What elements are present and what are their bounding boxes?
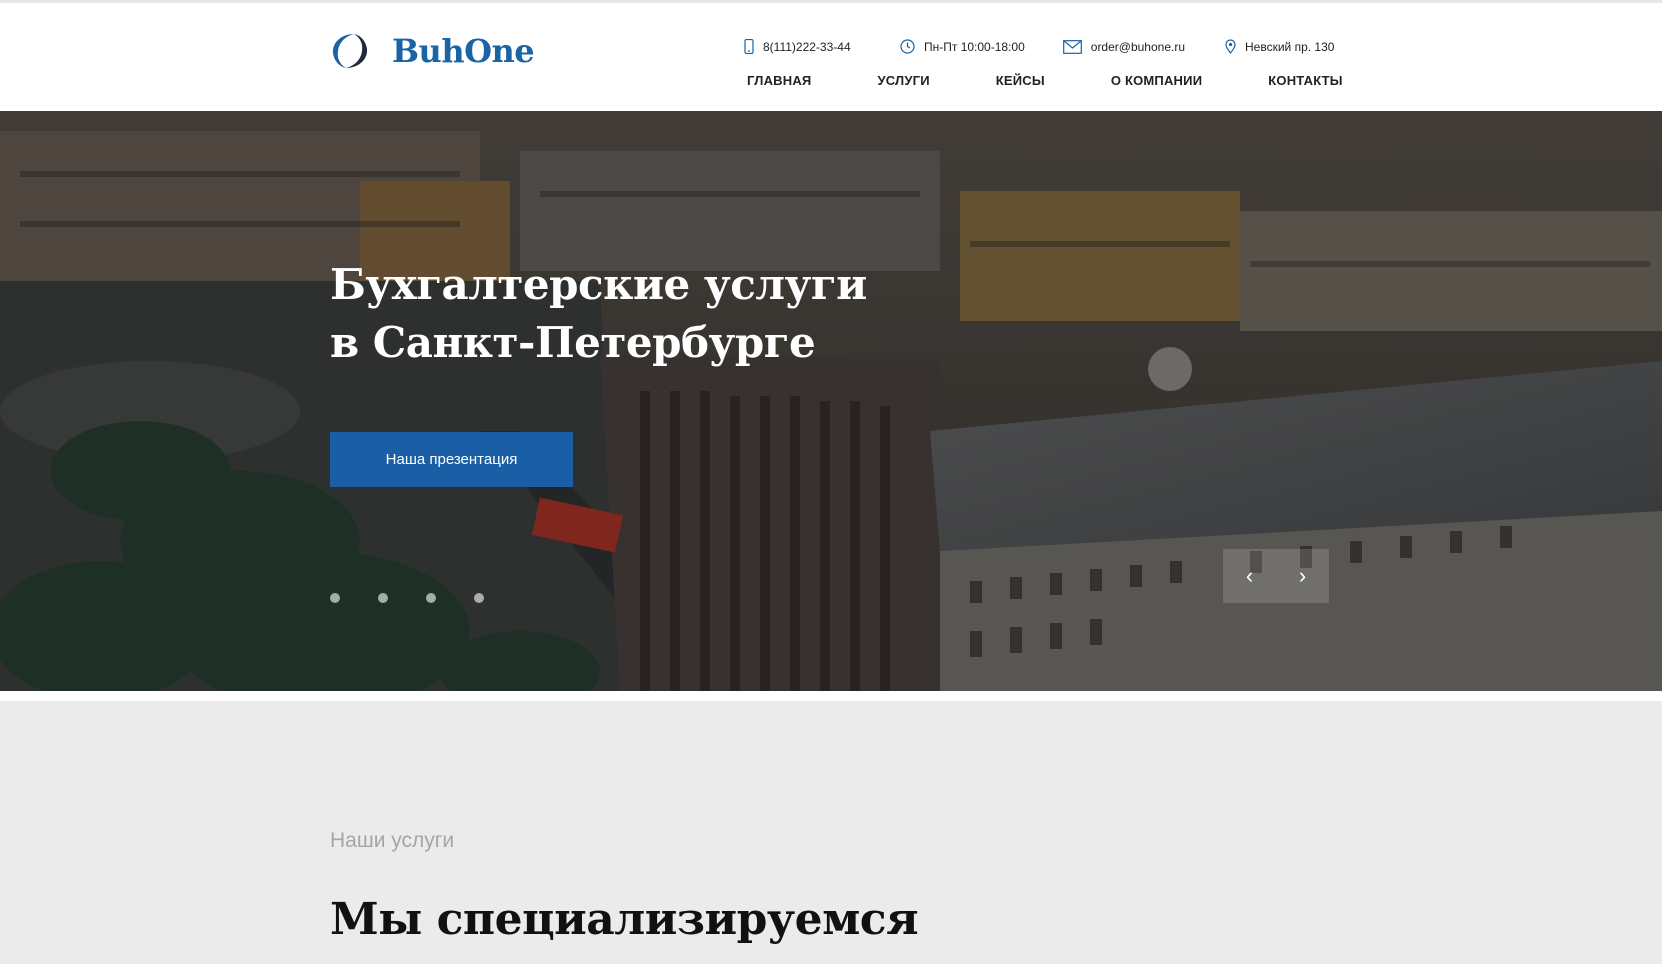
chevron-right-icon: › bbox=[1298, 563, 1307, 588]
hero-title: Бухгалтерские услуги в Санкт-Петербурге bbox=[330, 256, 867, 372]
logo-icon bbox=[332, 34, 368, 68]
hours-text: Пн-Пт 10:00-18:00 bbox=[924, 39, 1025, 54]
section-divider bbox=[0, 691, 1662, 701]
clock-icon bbox=[900, 39, 915, 54]
presentation-button[interactable]: Наша презентация bbox=[330, 432, 573, 487]
services-label: Наши услуги bbox=[330, 829, 455, 852]
email-contact[interactable]: order@buhone.ru bbox=[1062, 39, 1186, 54]
address-text: Невский пр. 130 bbox=[1245, 39, 1335, 54]
services-section: Наши услуги Мы специализируемся bbox=[0, 701, 1662, 964]
hero-title-line-1: Бухгалтерские услуги bbox=[330, 260, 867, 309]
hero-slider: Бухгалтерские услуги в Санкт-Петербурге … bbox=[0, 111, 1662, 691]
slider-dot[interactable] bbox=[330, 593, 340, 603]
nav-contacts[interactable]: КОНТАКТЫ bbox=[1268, 73, 1342, 88]
phone-text: 8(111)222-33-44 bbox=[763, 39, 851, 54]
slider-dot[interactable] bbox=[426, 593, 436, 603]
chevron-left-icon: ‹ bbox=[1245, 563, 1254, 588]
logo[interactable]: BuhOne bbox=[330, 31, 535, 71]
site-header: BuhOne 8(111)222-33-44 Пн-Пт 10:00-18:00… bbox=[0, 3, 1662, 111]
slider-dot[interactable] bbox=[474, 593, 484, 603]
brand-name: BuhOne bbox=[392, 32, 535, 70]
mail-icon bbox=[1062, 39, 1082, 54]
contact-bar: 8(111)222-33-44 Пн-Пт 10:00-18:00 order@… bbox=[744, 39, 1334, 54]
slider-dot[interactable] bbox=[378, 593, 388, 603]
nav-about[interactable]: О КОМПАНИИ bbox=[1111, 73, 1202, 88]
slider-arrows: ‹ › bbox=[1223, 549, 1329, 603]
nav-cases[interactable]: КЕЙСЫ bbox=[996, 73, 1045, 88]
main-nav: ГЛАВНАЯ УСЛУГИ КЕЙСЫ О КОМПАНИИ КОНТАКТЫ bbox=[747, 73, 1343, 88]
services-heading: Мы специализируемся bbox=[330, 894, 919, 945]
hours-contact: Пн-Пт 10:00-18:00 bbox=[900, 39, 1025, 54]
slider-dots bbox=[330, 593, 484, 603]
nav-home[interactable]: ГЛАВНАЯ bbox=[747, 73, 811, 88]
email-text: order@buhone.ru bbox=[1090, 39, 1186, 54]
phone-icon bbox=[744, 39, 754, 54]
next-slide-button[interactable]: › bbox=[1276, 549, 1329, 603]
nav-services[interactable]: УСЛУГИ bbox=[877, 73, 929, 88]
hero-title-line-2: в Санкт-Петербурге bbox=[330, 318, 816, 367]
map-pin-icon bbox=[1225, 39, 1236, 54]
hero-background-image bbox=[0, 111, 1662, 691]
address-contact[interactable]: Невский пр. 130 bbox=[1225, 39, 1334, 54]
prev-slide-button[interactable]: ‹ bbox=[1223, 549, 1276, 603]
phone-contact[interactable]: 8(111)222-33-44 bbox=[744, 39, 864, 54]
